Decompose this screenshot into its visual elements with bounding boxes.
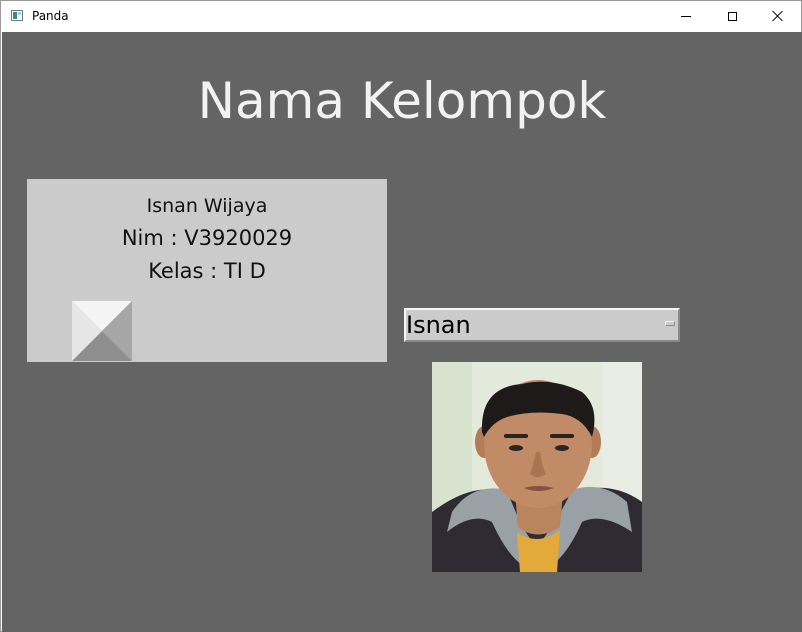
member-select-dropdown[interactable]: Isnan [404, 308, 680, 342]
dropdown-indicator-icon [665, 321, 675, 326]
maximize-icon [727, 11, 737, 21]
app-canvas: Nama Kelompok Isnan Wijaya Nim : V392002… [2, 32, 802, 632]
close-icon [772, 10, 784, 22]
member-photo [432, 362, 642, 572]
app-window: Panda Nama Kelompok Isnan Wijaya Nim : V… [0, 0, 802, 632]
window-title: Panda [32, 9, 69, 23]
minimize-icon [681, 15, 691, 17]
title-bar[interactable]: Panda [1, 1, 801, 31]
close-button[interactable] [755, 1, 801, 31]
app-icon [11, 10, 23, 21]
page-title: Nama Kelompok [197, 72, 607, 130]
member-nim: Nim : V3920029 [121, 226, 293, 250]
minimize-button[interactable] [663, 1, 709, 31]
member-class: Kelas : TI D [148, 259, 266, 283]
member-info-card: Isnan Wijaya Nim : V3920029 Kelas : TI D [27, 179, 387, 362]
member-select-value: Isnan [406, 311, 471, 339]
member-name: Isnan Wijaya [146, 195, 268, 217]
maximize-button[interactable] [709, 1, 755, 31]
broken-image-icon [72, 301, 132, 361]
